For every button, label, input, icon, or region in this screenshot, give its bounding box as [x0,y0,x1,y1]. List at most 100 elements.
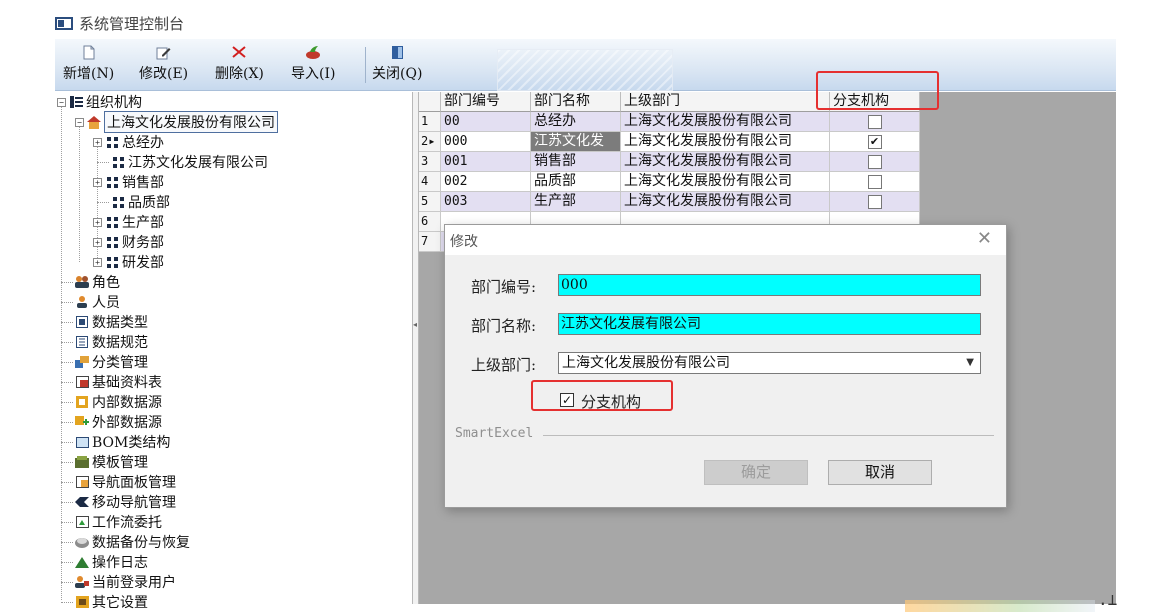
branch-checkbox[interactable] [867,194,882,209]
cell-name[interactable]: 品质部 [531,172,621,192]
cell-name[interactable]: 总经办 [531,112,621,132]
tree-node-org[interactable]: − 组织机构 [57,92,142,112]
tree-item-templates[interactable]: 模板管理 [61,452,148,472]
tree-item-nav-panel[interactable]: 导航面板管理 [61,472,176,492]
tree-item-bom[interactable]: BOM类结构 [61,432,170,452]
expand-toggle-icon[interactable]: + [93,237,102,247]
close-door-icon [386,43,408,61]
row-number[interactable]: 2▸ [419,132,441,152]
delete-button[interactable]: 删除(X) [215,43,264,87]
new-button[interactable]: 新增(N) [63,43,114,87]
branch-checkbox[interactable] [867,154,882,169]
branch-checkbox[interactable] [867,114,882,129]
row-number[interactable]: 6 [419,212,441,232]
expand-toggle-icon[interactable]: + [93,257,102,267]
panel-splitter[interactable] [412,92,419,604]
tree-guide-line [79,124,80,262]
internal-source-icon [75,395,89,409]
cell-parent[interactable]: 上海文化发展股份有限公司 [621,192,830,212]
row-number[interactable]: 5 [419,192,441,212]
column-header-name[interactable]: 部门名称 [531,92,621,112]
watermark-logo [497,49,673,91]
collapse-toggle-icon[interactable]: − [75,117,84,127]
import-button[interactable]: 导入(I) [291,43,335,87]
tree-node-department[interactable]: + 销售部 [93,172,164,192]
row-number[interactable]: 3 [419,152,441,172]
splitter-arrow-icon[interactable]: ◂ [413,320,417,329]
expand-toggle-icon[interactable]: + [93,217,102,227]
cell-branch[interactable]: ✔ [830,132,920,152]
column-header-code[interactable]: 部门编号 [441,92,531,112]
tree-item-internal-source[interactable]: 内部数据源 [61,392,162,412]
row-number[interactable]: 7 [419,232,441,252]
tree-item-current-users[interactable]: 当前登录用户 [61,572,176,592]
cell-code[interactable]: 002 [441,172,531,192]
window-title-bar: 系统管理控制台 [55,10,184,36]
mobile-nav-icon [75,495,89,509]
tree-item-external-source[interactable]: 外部数据源 [61,412,162,432]
edit-button[interactable]: 修改(E) [139,43,188,87]
expand-toggle-icon[interactable]: + [93,137,102,147]
cancel-button[interactable]: 取消 [828,460,932,485]
close-button[interactable]: 关闭(Q) [372,43,422,87]
cell-name[interactable]: 销售部 [531,152,621,172]
dialog-title-bar: 修改 ✕ [445,225,1006,255]
ok-button[interactable]: 确定 [704,460,808,485]
branch-checkbox[interactable] [867,174,882,189]
department-icon [105,215,119,229]
department-icon [105,175,119,189]
tree-item-data-spec[interactable]: 数据规范 [61,332,148,352]
name-field[interactable]: 江苏文化发展有限公司 [558,313,981,335]
tree-item-roles[interactable]: 角色 [61,272,120,292]
tree-item-base-tables[interactable]: 基础资料表 [61,372,162,392]
tree-node-company[interactable]: − 上海文化发展股份有限公司 [75,111,278,133]
tree-item-operation-log[interactable]: 操作日志 [61,552,148,572]
cell-parent[interactable]: 上海文化发展股份有限公司 [621,112,830,132]
cell-name[interactable]: 生产部 [531,192,621,212]
dropdown-arrow-icon[interactable]: ▼ [966,353,974,373]
column-header-parent[interactable]: 上级部门 [621,92,830,112]
org-chart-icon [69,95,83,109]
tree-item-users[interactable]: 人员 [61,292,120,312]
tree-node-department[interactable]: + 研发部 [93,252,164,272]
cell-code[interactable]: 001 [441,152,531,172]
row-number[interactable]: 1 [419,112,441,132]
tree-node-department[interactable]: + 生产部 [93,212,164,232]
tree-item-data-types[interactable]: 数据类型 [61,312,148,332]
code-field[interactable]: 000 [558,274,981,296]
tree-item-other-settings[interactable]: 其它设置 [61,592,148,612]
roles-icon [75,275,89,289]
cell-name-active[interactable]: 江苏文化发 [531,132,621,152]
tree-item-category[interactable]: 分类管理 [61,352,148,372]
cell-branch[interactable] [830,112,920,132]
cell-parent[interactable]: 上海文化发展股份有限公司 [621,132,830,152]
branch-checkbox-checked[interactable]: ✔ [867,134,882,149]
collapse-toggle-icon[interactable]: − [57,97,66,107]
cell-branch[interactable] [830,172,920,192]
cell-parent[interactable]: 上海文化发展股份有限公司 [621,152,830,172]
external-source-icon [75,415,89,429]
tree-node-department[interactable]: 品质部 [97,192,170,212]
expand-toggle-icon[interactable]: + [93,177,102,187]
cell-code[interactable]: 000 [441,132,531,152]
close-icon[interactable]: ✕ [977,228,992,249]
cell-code[interactable]: 00 [441,112,531,132]
row-number[interactable]: 4 [419,172,441,192]
tree-node-department[interactable]: + 财务部 [93,232,164,252]
cell-code[interactable]: 003 [441,192,531,212]
tree-node-department[interactable]: + 总经办 [93,132,164,152]
tree-item-mobile-nav[interactable]: 移动导航管理 [61,492,176,512]
cell-branch[interactable] [830,152,920,172]
parent-select[interactable]: 上海文化发展股份有限公司 ▼ [558,352,981,374]
table-icon [75,375,89,389]
cell-parent[interactable]: 上海文化发展股份有限公司 [621,172,830,192]
department-icon [105,135,119,149]
department-icon [111,195,125,209]
template-icon [75,455,89,469]
tree-item-workflow[interactable]: 工作流委托 [61,512,162,532]
tree-item-backup[interactable]: 数据备份与恢复 [61,532,190,552]
code-label: 部门编号: [471,278,537,296]
cell-branch[interactable] [830,192,920,212]
parent-label: 上级部门: [471,356,537,374]
tree-node-department[interactable]: 江苏文化发展有限公司 [97,152,268,172]
